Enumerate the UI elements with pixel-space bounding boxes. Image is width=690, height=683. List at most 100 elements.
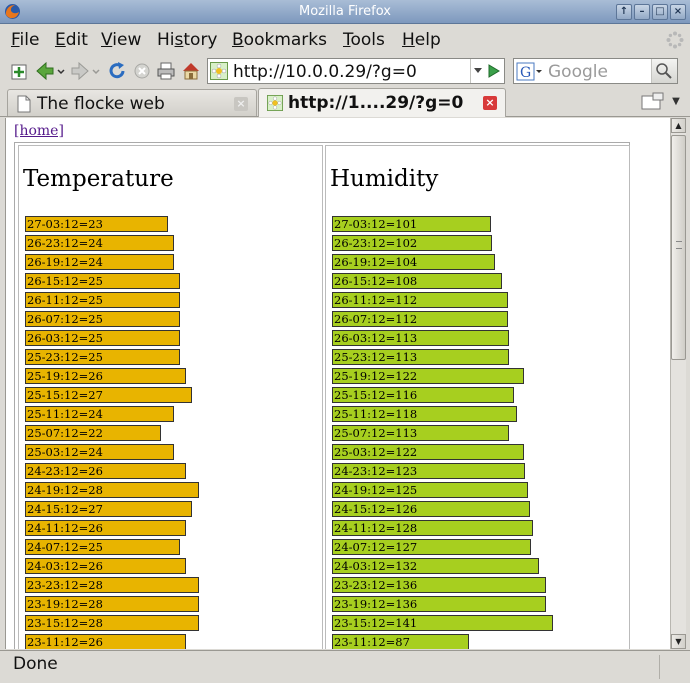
tab-close-button[interactable]: × xyxy=(234,97,248,111)
menubar: File Edit View History Bookmarks Tools H… xyxy=(0,25,690,55)
bar-row: 23-19:12=136 xyxy=(332,596,546,612)
back-icon[interactable] xyxy=(35,60,65,82)
bar-row: 24-07:12=127 xyxy=(332,539,531,555)
throbber-icon xyxy=(666,31,684,49)
menu-edit[interactable]: Edit xyxy=(55,30,88,50)
bar-row: 23-15:12=28 xyxy=(25,615,199,631)
bar-row: 25-15:12=116 xyxy=(332,387,514,403)
bar-row: 25-23:12=113 xyxy=(332,349,509,365)
vertical-scrollbar[interactable]: ▲ ▼ xyxy=(670,118,686,649)
bar-row: 25-07:12=22 xyxy=(25,425,161,441)
bar-row: 25-19:12=26 xyxy=(25,368,186,384)
new-tab-icon[interactable] xyxy=(9,60,29,82)
search-engine-icon[interactable]: G xyxy=(516,62,544,81)
bar-row: 23-23:12=28 xyxy=(25,577,199,593)
menu-file[interactable]: File xyxy=(11,30,39,50)
menu-tools[interactable]: Tools xyxy=(343,30,385,50)
go-icon[interactable] xyxy=(487,63,501,79)
bar-row: 25-23:12=25 xyxy=(25,349,180,365)
scroll-down-button[interactable]: ▼ xyxy=(671,634,686,649)
bar-row: 24-07:12=25 xyxy=(25,539,180,555)
status-bar: Done xyxy=(0,650,690,683)
bar-row: 26-03:12=25 xyxy=(25,330,180,346)
bar-row: 23-19:12=28 xyxy=(25,596,199,612)
bar-row: 24-19:12=125 xyxy=(332,482,528,498)
page-favicon-icon xyxy=(267,95,283,111)
tab-label: The flocke web xyxy=(37,94,165,114)
document-icon xyxy=(17,95,31,113)
page-content: [home] Temperature 27-03:12=23 26-23:12=2… xyxy=(5,118,670,649)
bar-row: 24-23:12=123 xyxy=(332,463,525,479)
url-text[interactable]: http://10.0.0.29/?g=0 xyxy=(233,62,417,82)
window-maximize-button[interactable]: □ xyxy=(652,4,668,20)
bar-row: 23-23:12=136 xyxy=(332,577,546,593)
bar-row: 24-03:12=26 xyxy=(25,558,186,574)
search-button[interactable] xyxy=(651,59,677,83)
tab-current[interactable]: http://1....29/?g=0 × xyxy=(258,88,506,117)
humidity-column: Humidity 27-03:12=101 26-23:12=102 26-19:1… xyxy=(325,145,630,649)
bar-row: 25-07:12=113 xyxy=(332,425,509,441)
window-titlebar: Mozilla Firefox ↑ – □ × xyxy=(0,0,690,24)
home-link[interactable]: [home] xyxy=(14,123,64,139)
data-table: Temperature 27-03:12=23 26-23:12=24 26-19:… xyxy=(14,142,630,649)
navigation-toolbar: http://10.0.0.29/?g=0 G Google xyxy=(0,56,690,86)
forward-icon[interactable] xyxy=(70,60,100,82)
bar-row: 24-11:12=26 xyxy=(25,520,186,536)
bar-row: 27-03:12=23 xyxy=(25,216,168,232)
tab-list-dropdown[interactable]: ▼ xyxy=(668,92,684,112)
bar-row: 25-15:12=27 xyxy=(25,387,192,403)
home-icon[interactable] xyxy=(181,60,201,82)
search-placeholder: Google xyxy=(548,62,608,82)
bar-row: 26-19:12=104 xyxy=(332,254,495,270)
tab-flocke-web[interactable]: The flocke web × xyxy=(7,89,257,116)
window-title: Mozilla Firefox xyxy=(299,4,391,19)
bar-row: 24-23:12=26 xyxy=(25,463,186,479)
reload-icon[interactable] xyxy=(107,60,127,82)
tab-close-button[interactable]: × xyxy=(483,96,497,110)
print-icon[interactable] xyxy=(156,60,176,82)
bar-row: 25-03:12=122 xyxy=(332,444,524,460)
temperature-heading: Temperature xyxy=(23,166,174,192)
bar-row: 26-11:12=112 xyxy=(332,292,508,308)
scroll-up-button[interactable]: ▲ xyxy=(671,118,686,133)
menu-bookmarks[interactable]: Bookmarks xyxy=(232,30,327,50)
bar-row: 25-11:12=24 xyxy=(25,406,174,422)
menu-help[interactable]: Help xyxy=(402,30,441,50)
temperature-column: Temperature 27-03:12=23 26-23:12=24 26-19:… xyxy=(18,145,323,649)
stop-icon[interactable] xyxy=(132,60,152,82)
bar-row: 26-23:12=102 xyxy=(332,235,492,251)
status-text: Done xyxy=(13,654,58,674)
magnifier-icon xyxy=(656,63,672,79)
bar-row: 26-11:12=25 xyxy=(25,292,180,308)
bar-row: 23-11:12=26 xyxy=(25,634,186,649)
bar-row: 25-11:12=118 xyxy=(332,406,517,422)
tab-bar: The flocke web × http://1....29/?g=0 × ▼ xyxy=(0,87,690,117)
bar-row: 25-19:12=122 xyxy=(332,368,524,384)
menu-history[interactable]: History xyxy=(157,30,218,50)
svg-text:G: G xyxy=(520,65,531,81)
menu-view[interactable]: View xyxy=(101,30,141,50)
window-minimize-button[interactable]: – xyxy=(634,4,650,20)
url-history-dropdown[interactable] xyxy=(470,59,504,83)
new-tab-button-icon[interactable] xyxy=(641,92,665,112)
search-bar[interactable]: G Google xyxy=(513,58,678,84)
bar-row: 26-03:12=113 xyxy=(332,330,509,346)
window-close-button[interactable]: × xyxy=(670,4,686,20)
bar-row: 27-03:12=101 xyxy=(332,216,491,232)
bar-row: 26-07:12=25 xyxy=(25,311,180,327)
bar-row: 25-03:12=24 xyxy=(25,444,174,460)
bar-row: 24-11:12=128 xyxy=(332,520,533,536)
scroll-thumb[interactable] xyxy=(671,135,686,360)
window-up-icon[interactable]: ↑ xyxy=(616,4,632,20)
address-bar[interactable]: http://10.0.0.29/?g=0 xyxy=(207,58,505,84)
bar-row: 26-07:12=112 xyxy=(332,311,508,327)
tab-label: http://1....29/?g=0 xyxy=(288,93,464,113)
bar-row: 26-19:12=24 xyxy=(25,254,174,270)
humidity-heading: Humidity xyxy=(330,166,439,192)
bar-row: 23-15:12=141 xyxy=(332,615,553,631)
bar-row: 23-11:12=87 xyxy=(332,634,469,649)
bar-row: 24-19:12=28 xyxy=(25,482,199,498)
bar-row: 24-03:12=132 xyxy=(332,558,539,574)
bar-row: 26-23:12=24 xyxy=(25,235,174,251)
bar-row: 26-15:12=25 xyxy=(25,273,180,289)
